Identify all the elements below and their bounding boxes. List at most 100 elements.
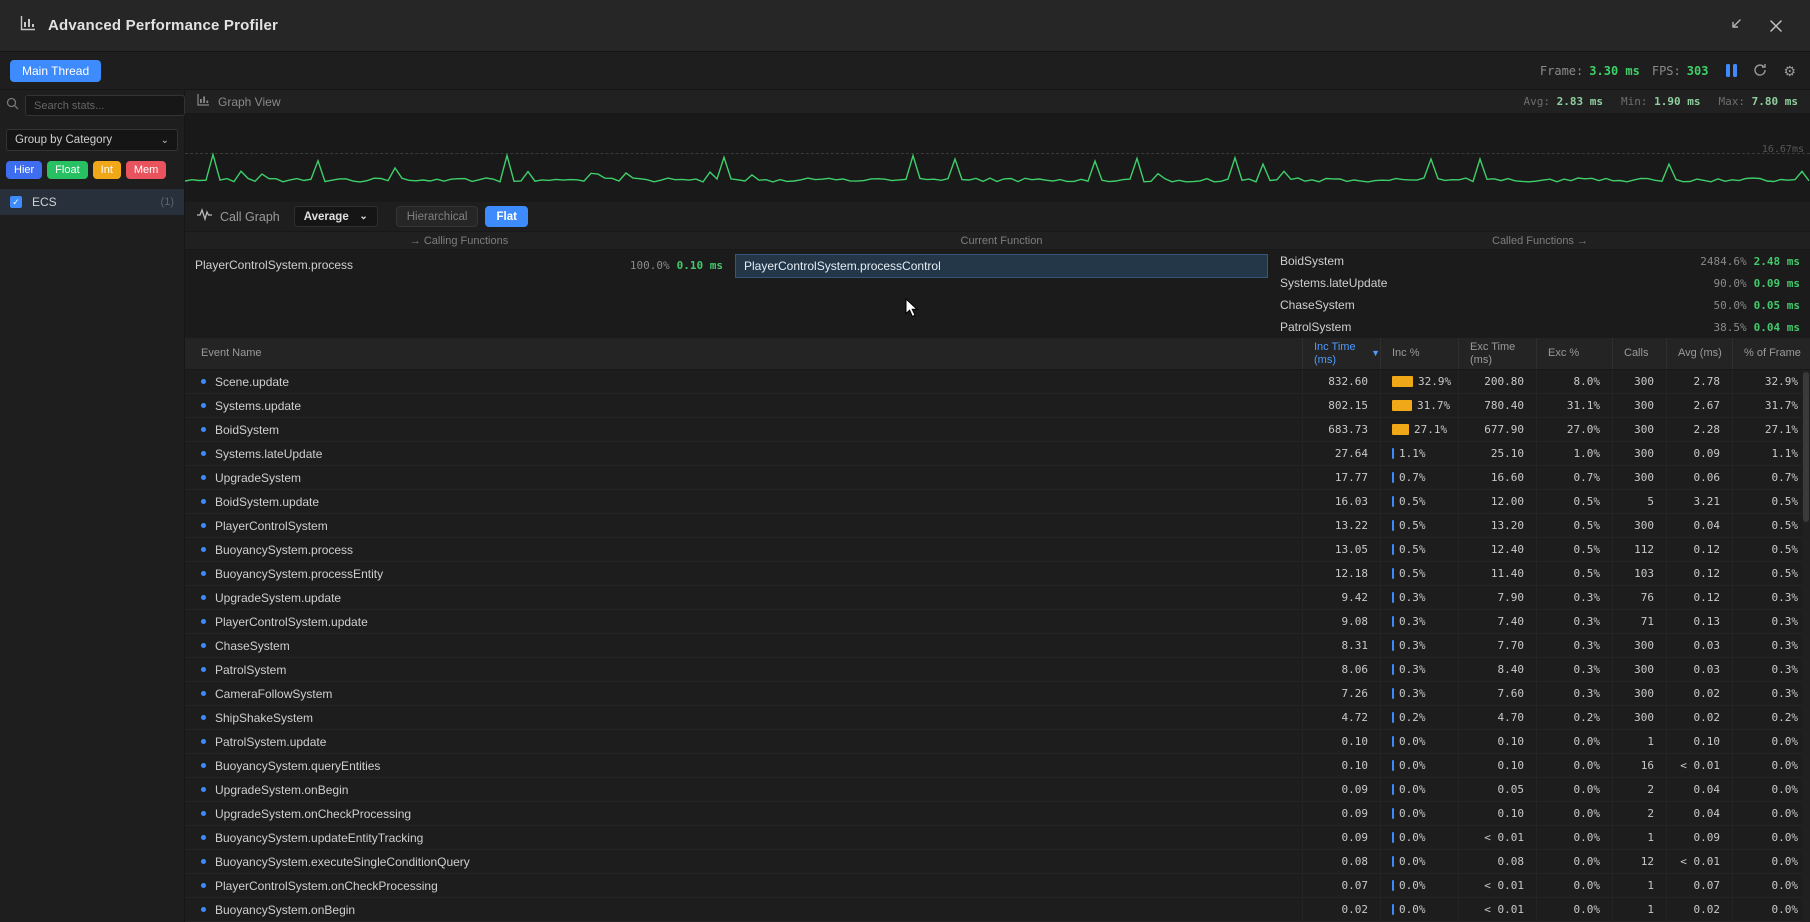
table-row[interactable]: PlayerControlSystem.update9.080.3%7.400.… [185, 610, 1810, 634]
gear-icon[interactable]: ⚙ [1783, 64, 1796, 78]
call-graph-row[interactable]: PlayerControlSystem.process100.0%0.10 ms [185, 252, 733, 278]
current-function-box[interactable]: PlayerControlSystem.processControl [735, 254, 1268, 278]
filter-chip-int[interactable]: Int [93, 161, 121, 179]
table-row[interactable]: ChaseSystem8.310.3%7.700.3%3000.030.3% [185, 634, 1810, 658]
cell-exc-time: 12.00 [1458, 490, 1536, 513]
page-title: Advanced Performance Profiler [48, 17, 278, 34]
table-row[interactable]: BuoyancySystem.queryEntities0.100.0%0.10… [185, 754, 1810, 778]
table-header: Event Name Inc Time (ms)▼ Inc % Exc Time… [185, 338, 1810, 370]
checkbox-checked-icon[interactable]: ✓ [10, 196, 22, 208]
filter-chip-float[interactable]: Float [47, 161, 87, 179]
cell-exc-pct: 0.3% [1536, 610, 1612, 633]
pause-icon[interactable] [1726, 64, 1737, 77]
call-graph-row[interactable]: ChaseSystem50.0%0.05 ms [1270, 294, 1810, 316]
column-header-calls[interactable]: Calls [1612, 338, 1666, 369]
event-dot-icon [201, 715, 206, 720]
inc-pct-value: 0.3% [1399, 687, 1426, 700]
cell-inc-time: 832.60 [1302, 370, 1380, 393]
event-dot-icon [201, 571, 206, 576]
event-name: UpgradeSystem.onBegin [215, 783, 348, 797]
category-row-ecs[interactable]: ✓ECS(1) [0, 189, 184, 215]
cell-exc-pct: 0.5% [1536, 514, 1612, 537]
chevron-down-icon: ⌄ [359, 211, 367, 222]
event-name: BoidSystem [215, 423, 279, 437]
table-row[interactable]: UpgradeSystem.onBegin0.090.0%0.050.0%20.… [185, 778, 1810, 802]
close-icon[interactable] [1762, 12, 1790, 40]
cell-calls: 300 [1612, 706, 1666, 729]
inc-pct-value: 0.5% [1399, 567, 1426, 580]
cell-frame-pct: 0.0% [1732, 850, 1810, 873]
event-name: ShipShakeSystem [215, 711, 313, 725]
cell-calls: 300 [1612, 634, 1666, 657]
table-row[interactable]: BuoyancySystem.executeSingleConditionQue… [185, 850, 1810, 874]
table-row[interactable]: BuoyancySystem.onBegin0.020.0%< 0.010.0%… [185, 898, 1810, 922]
cell-exc-time: 12.40 [1458, 538, 1536, 561]
table-row[interactable]: ShipShakeSystem4.720.2%4.700.2%3000.020.… [185, 706, 1810, 730]
search-input[interactable] [25, 95, 185, 116]
inc-pct-bar [1392, 448, 1394, 459]
table-row[interactable]: BoidSystem683.7327.1%677.9027.0%3002.282… [185, 418, 1810, 442]
scrollbar-thumb[interactable] [1803, 372, 1809, 522]
filter-chip-mem[interactable]: Mem [126, 161, 166, 179]
function-name: PatrolSystem [1280, 320, 1351, 334]
cell-avg: 0.06 [1666, 466, 1732, 489]
cell-exc-pct: 0.0% [1536, 874, 1612, 897]
table-row[interactable]: Systems.update802.1531.7%780.4031.1%3002… [185, 394, 1810, 418]
table-row[interactable]: UpgradeSystem17.770.7%16.600.7%3000.060.… [185, 466, 1810, 490]
aggregation-select[interactable]: Average ⌄ [294, 206, 378, 227]
column-header-exc-time[interactable]: Exc Time (ms) [1458, 338, 1536, 369]
column-header-inc-pct[interactable]: Inc % [1380, 338, 1458, 369]
function-name: ChaseSystem [1280, 298, 1355, 312]
cell-inc-time: 0.10 [1302, 730, 1380, 753]
call-graph-row[interactable]: BoidSystem2484.6%2.48 ms [1270, 250, 1810, 272]
cell-exc-time: 0.05 [1458, 778, 1536, 801]
scrollbar-track[interactable] [1802, 370, 1810, 922]
inc-pct-value: 0.0% [1399, 903, 1426, 916]
column-header-avg[interactable]: Avg (ms) [1666, 338, 1732, 369]
cell-exc-pct: 0.5% [1536, 562, 1612, 585]
table-row[interactable]: UpgradeSystem.onCheckProcessing0.090.0%0… [185, 802, 1810, 826]
column-header-exc-pct[interactable]: Exc % [1536, 338, 1612, 369]
collapse-window-icon[interactable] [1720, 12, 1748, 40]
event-dot-icon [201, 451, 206, 456]
call-graph-column-headers: → Calling Functions Current Function Cal… [185, 232, 1810, 250]
event-dot-icon [201, 427, 206, 432]
table-row[interactable]: PlayerControlSystem.onCheckProcessing0.0… [185, 874, 1810, 898]
event-name: BuoyancySystem.queryEntities [215, 759, 380, 773]
table-row[interactable]: BuoyancySystem.updateEntityTracking0.090… [185, 826, 1810, 850]
table-row[interactable]: UpgradeSystem.update9.420.3%7.900.3%760.… [185, 586, 1810, 610]
refresh-icon[interactable] [1753, 63, 1767, 79]
cell-exc-time: 0.08 [1458, 850, 1536, 873]
table-row[interactable]: CameraFollowSystem7.260.3%7.600.3%3000.0… [185, 682, 1810, 706]
table-row[interactable]: BoidSystem.update16.030.5%12.000.5%53.21… [185, 490, 1810, 514]
thread-tab-main[interactable]: Main Thread [10, 60, 101, 82]
group-by-select[interactable]: Group by Category ⌄ [6, 129, 178, 151]
cell-frame-pct: 0.5% [1732, 538, 1810, 561]
filter-chip-hier[interactable]: Hier [6, 161, 42, 179]
table-row[interactable]: PatrolSystem.update0.100.0%0.100.0%10.10… [185, 730, 1810, 754]
frame-time-graph[interactable]: 16.67ms [185, 114, 1810, 202]
column-header-frame-pct[interactable]: % of Frame [1732, 338, 1810, 369]
table-row[interactable]: PlayerControlSystem13.220.5%13.200.5%300… [185, 514, 1810, 538]
call-graph-row[interactable]: Systems.lateUpdate90.0%0.09 ms [1270, 272, 1810, 294]
call-graph-row[interactable]: PatrolSystem38.5%0.04 ms [1270, 316, 1810, 338]
cell-avg: 0.07 [1666, 874, 1732, 897]
hierarchical-button[interactable]: Hierarchical [396, 206, 479, 227]
table-row[interactable]: PatrolSystem8.060.3%8.400.3%3000.030.3% [185, 658, 1810, 682]
event-dot-icon [201, 475, 206, 480]
cell-avg: 0.02 [1666, 706, 1732, 729]
table-row[interactable]: Systems.lateUpdate27.641.1%25.101.0%3000… [185, 442, 1810, 466]
inc-pct-bar [1392, 640, 1394, 651]
column-header-inc-time[interactable]: Inc Time (ms)▼ [1302, 338, 1380, 369]
cell-frame-pct: 0.0% [1732, 826, 1810, 849]
inc-pct-bar [1392, 760, 1394, 771]
cell-exc-time: 0.10 [1458, 730, 1536, 753]
cell-inc-time: 0.10 [1302, 754, 1380, 777]
table-row[interactable]: Scene.update832.6032.9%200.808.0%3002.78… [185, 370, 1810, 394]
flat-button[interactable]: Flat [485, 206, 527, 227]
cell-exc-time: 0.10 [1458, 802, 1536, 825]
column-header-event-name[interactable]: Event Name [185, 338, 1302, 369]
cell-exc-time: 200.80 [1458, 370, 1536, 393]
table-row[interactable]: BuoyancySystem.processEntity12.180.5%11.… [185, 562, 1810, 586]
table-row[interactable]: BuoyancySystem.process13.050.5%12.400.5%… [185, 538, 1810, 562]
